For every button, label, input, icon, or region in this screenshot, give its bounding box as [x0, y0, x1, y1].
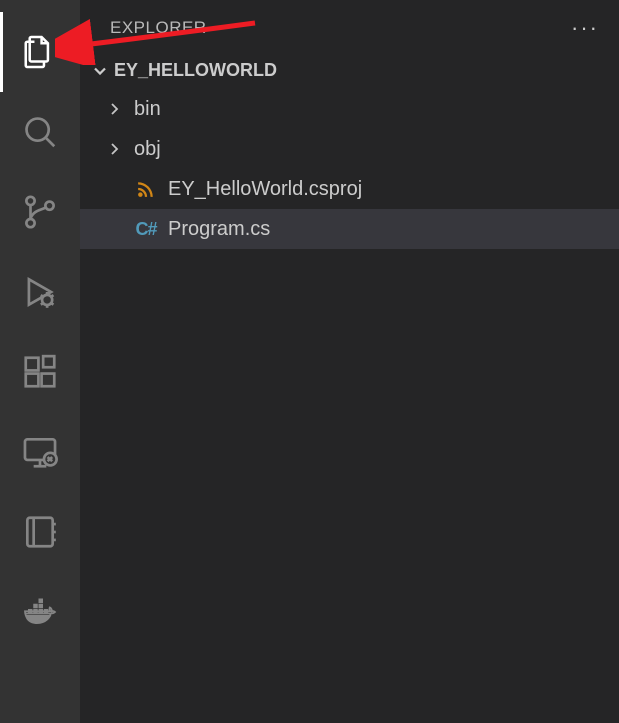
folder-section-header[interactable]: EY_HELLOWORLD — [80, 56, 619, 85]
tree-folder-bin[interactable]: bin — [80, 89, 619, 129]
activity-notebook-icon[interactable] — [0, 492, 80, 572]
chevron-right-icon — [104, 139, 124, 159]
file-tree: bin obj EY_HelloWorld.csproj C# Program.… — [80, 85, 619, 249]
chevron-down-icon — [90, 61, 110, 81]
more-actions-icon[interactable]: ··· — [571, 15, 599, 41]
chevron-right-icon — [104, 99, 124, 119]
tree-item-label: obj — [134, 138, 161, 161]
activity-remote-explorer-icon[interactable] — [0, 412, 80, 492]
tree-folder-obj[interactable]: obj — [80, 129, 619, 169]
folder-section-label: EY_HELLOWORLD — [114, 60, 277, 81]
activity-explorer-icon[interactable] — [0, 12, 80, 92]
activity-extensions-icon[interactable] — [0, 332, 80, 412]
activity-source-control-icon[interactable] — [0, 172, 80, 252]
explorer-title: EXPLORER — [110, 18, 207, 38]
tree-item-label: bin — [134, 98, 161, 121]
tree-file-program-cs[interactable]: C# Program.cs — [80, 209, 619, 249]
activity-bar — [0, 0, 80, 723]
tree-item-label: Program.cs — [168, 218, 270, 241]
tree-file-csproj[interactable]: EY_HelloWorld.csproj — [80, 169, 619, 209]
csharp-file-icon: C# — [134, 219, 158, 240]
activity-search-icon[interactable] — [0, 92, 80, 172]
activity-docker-icon[interactable] — [0, 572, 80, 652]
activity-run-debug-icon[interactable] — [0, 252, 80, 332]
xml-file-icon — [134, 180, 158, 198]
tree-item-label: EY_HelloWorld.csproj — [168, 178, 362, 201]
explorer-header: EXPLORER ··· — [80, 0, 619, 56]
explorer-sidebar: EXPLORER ··· EY_HELLOWORLD bin obj — [80, 0, 619, 723]
